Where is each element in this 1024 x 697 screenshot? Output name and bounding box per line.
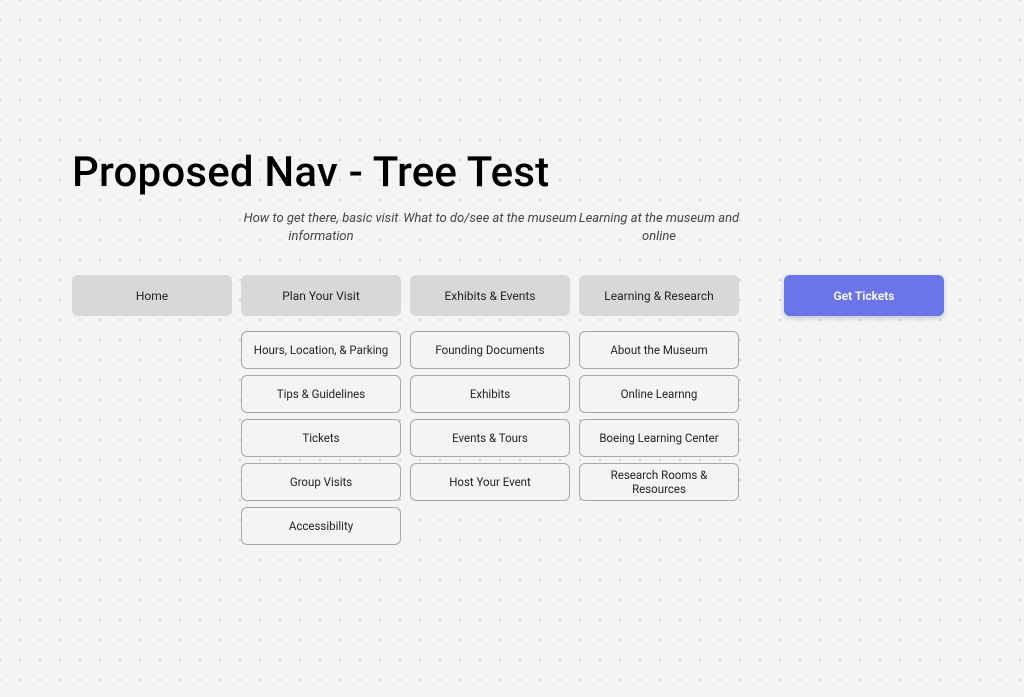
nav-item-founding-documents[interactable]: Founding Documents bbox=[410, 331, 570, 369]
nav-sublist-exhibits-events: Founding Documents Exhibits Events & Tou… bbox=[410, 331, 570, 501]
nav-item-tickets[interactable]: Tickets bbox=[241, 419, 401, 457]
nav-item-label: Boeing Learning Center bbox=[599, 431, 718, 445]
column-description-learning-research: Learning at the museum and online bbox=[569, 210, 749, 245]
nav-column-exhibits-events: Exhibits & Events Founding Documents Exh… bbox=[410, 275, 570, 501]
nav-sublist-plan-your-visit: Hours, Location, & Parking Tips & Guidel… bbox=[241, 331, 401, 545]
nav-item-group-visits[interactable]: Group Visits bbox=[241, 463, 401, 501]
nav-item-events-tours[interactable]: Events & Tours bbox=[410, 419, 570, 457]
nav-item-online-learning[interactable]: Online Learnng bbox=[579, 375, 739, 413]
nav-item-label: Accessibility bbox=[289, 519, 353, 533]
nav-top-label: Learning & Research bbox=[604, 289, 713, 303]
nav-top-exhibits-events[interactable]: Exhibits & Events bbox=[410, 275, 570, 316]
nav-column-plan-your-visit: Plan Your Visit Hours, Location, & Parki… bbox=[241, 275, 401, 545]
nav-item-exhibits[interactable]: Exhibits bbox=[410, 375, 570, 413]
get-tickets-button[interactable]: Get Tickets bbox=[784, 275, 944, 316]
nav-top-learning-research[interactable]: Learning & Research bbox=[579, 275, 739, 316]
nav-item-hours-location-parking[interactable]: Hours, Location, & Parking bbox=[241, 331, 401, 369]
nav-item-label: About the Museum bbox=[610, 343, 707, 357]
nav-item-label: Group Visits bbox=[290, 475, 352, 489]
nav-item-label: Exhibits bbox=[470, 387, 510, 401]
nav-item-label: Research Rooms & Resources bbox=[584, 468, 734, 496]
nav-item-tips-guidelines[interactable]: Tips & Guidelines bbox=[241, 375, 401, 413]
page-title: Proposed Nav - Tree Test bbox=[72, 148, 549, 197]
nav-sublist-learning-research: About the Museum Online Learnng Boeing L… bbox=[579, 331, 739, 501]
nav-item-label: Tickets bbox=[302, 431, 339, 445]
nav-item-research-rooms-resources[interactable]: Research Rooms & Resources bbox=[579, 463, 739, 501]
nav-item-accessibility[interactable]: Accessibility bbox=[241, 507, 401, 545]
nav-top-label: Exhibits & Events bbox=[444, 289, 535, 303]
nav-column-home: Home bbox=[72, 275, 232, 316]
nav-item-host-your-event[interactable]: Host Your Event bbox=[410, 463, 570, 501]
nav-top-plan-your-visit[interactable]: Plan Your Visit bbox=[241, 275, 401, 316]
nav-top-home[interactable]: Home bbox=[72, 275, 232, 316]
nav-item-boeing-learning-center[interactable]: Boeing Learning Center bbox=[579, 419, 739, 457]
column-description-exhibits-events: What to do/see at the museum bbox=[400, 210, 580, 228]
cta-label: Get Tickets bbox=[834, 289, 895, 303]
nav-item-label: Hours, Location, & Parking bbox=[254, 343, 388, 357]
nav-item-label: Online Learnng bbox=[621, 387, 698, 401]
nav-item-label: Events & Tours bbox=[452, 431, 528, 445]
nav-item-label: Host Your Event bbox=[449, 475, 531, 489]
nav-item-label: Founding Documents bbox=[435, 343, 544, 357]
nav-item-label: Tips & Guidelines bbox=[277, 387, 365, 401]
column-description-plan-your-visit: How to get there, basic visit informatio… bbox=[231, 210, 411, 245]
nav-top-label: Home bbox=[136, 289, 168, 303]
nav-column-learning-research: Learning & Research About the Museum Onl… bbox=[579, 275, 739, 501]
nav-item-about-the-museum[interactable]: About the Museum bbox=[579, 331, 739, 369]
nav-top-label: Plan Your Visit bbox=[282, 289, 360, 303]
